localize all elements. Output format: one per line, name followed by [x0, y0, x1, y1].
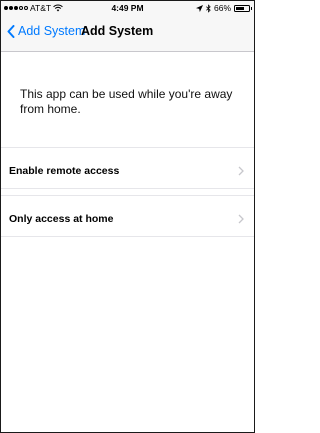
status-bar: AT&T 4:49 PM 66% — [1, 1, 254, 15]
divider — [1, 236, 254, 237]
row-label: Only access at home — [9, 213, 114, 225]
divider — [1, 195, 254, 196]
chevron-right-icon — [238, 214, 244, 224]
bluetooth-icon — [206, 3, 211, 13]
divider — [1, 147, 254, 148]
back-button-label: Add System — [18, 24, 86, 38]
info-message: This app can be used while you're away f… — [20, 87, 233, 116]
battery-icon — [234, 4, 252, 12]
chevron-right-icon — [238, 166, 244, 176]
navigation-bar: Add System Add System — [1, 15, 254, 52]
only-access-at-home-row[interactable]: Only access at home — [1, 204, 254, 234]
row-label: Enable remote access — [9, 165, 120, 177]
page-title: Add System — [81, 24, 154, 38]
chevron-left-icon — [7, 24, 15, 38]
battery-fill — [236, 6, 244, 10]
enable-remote-access-row[interactable]: Enable remote access — [1, 156, 254, 186]
battery-percent: 66% — [213, 3, 231, 13]
main-content: This app can be used while you're away f… — [1, 52, 254, 432]
phone-screen: AT&T 4:49 PM 66% Add System Add System T… — [0, 0, 255, 433]
back-button[interactable]: Add System — [7, 24, 85, 38]
location-arrow-icon — [195, 4, 203, 12]
divider — [1, 188, 254, 189]
status-right: 66% — [195, 3, 252, 13]
